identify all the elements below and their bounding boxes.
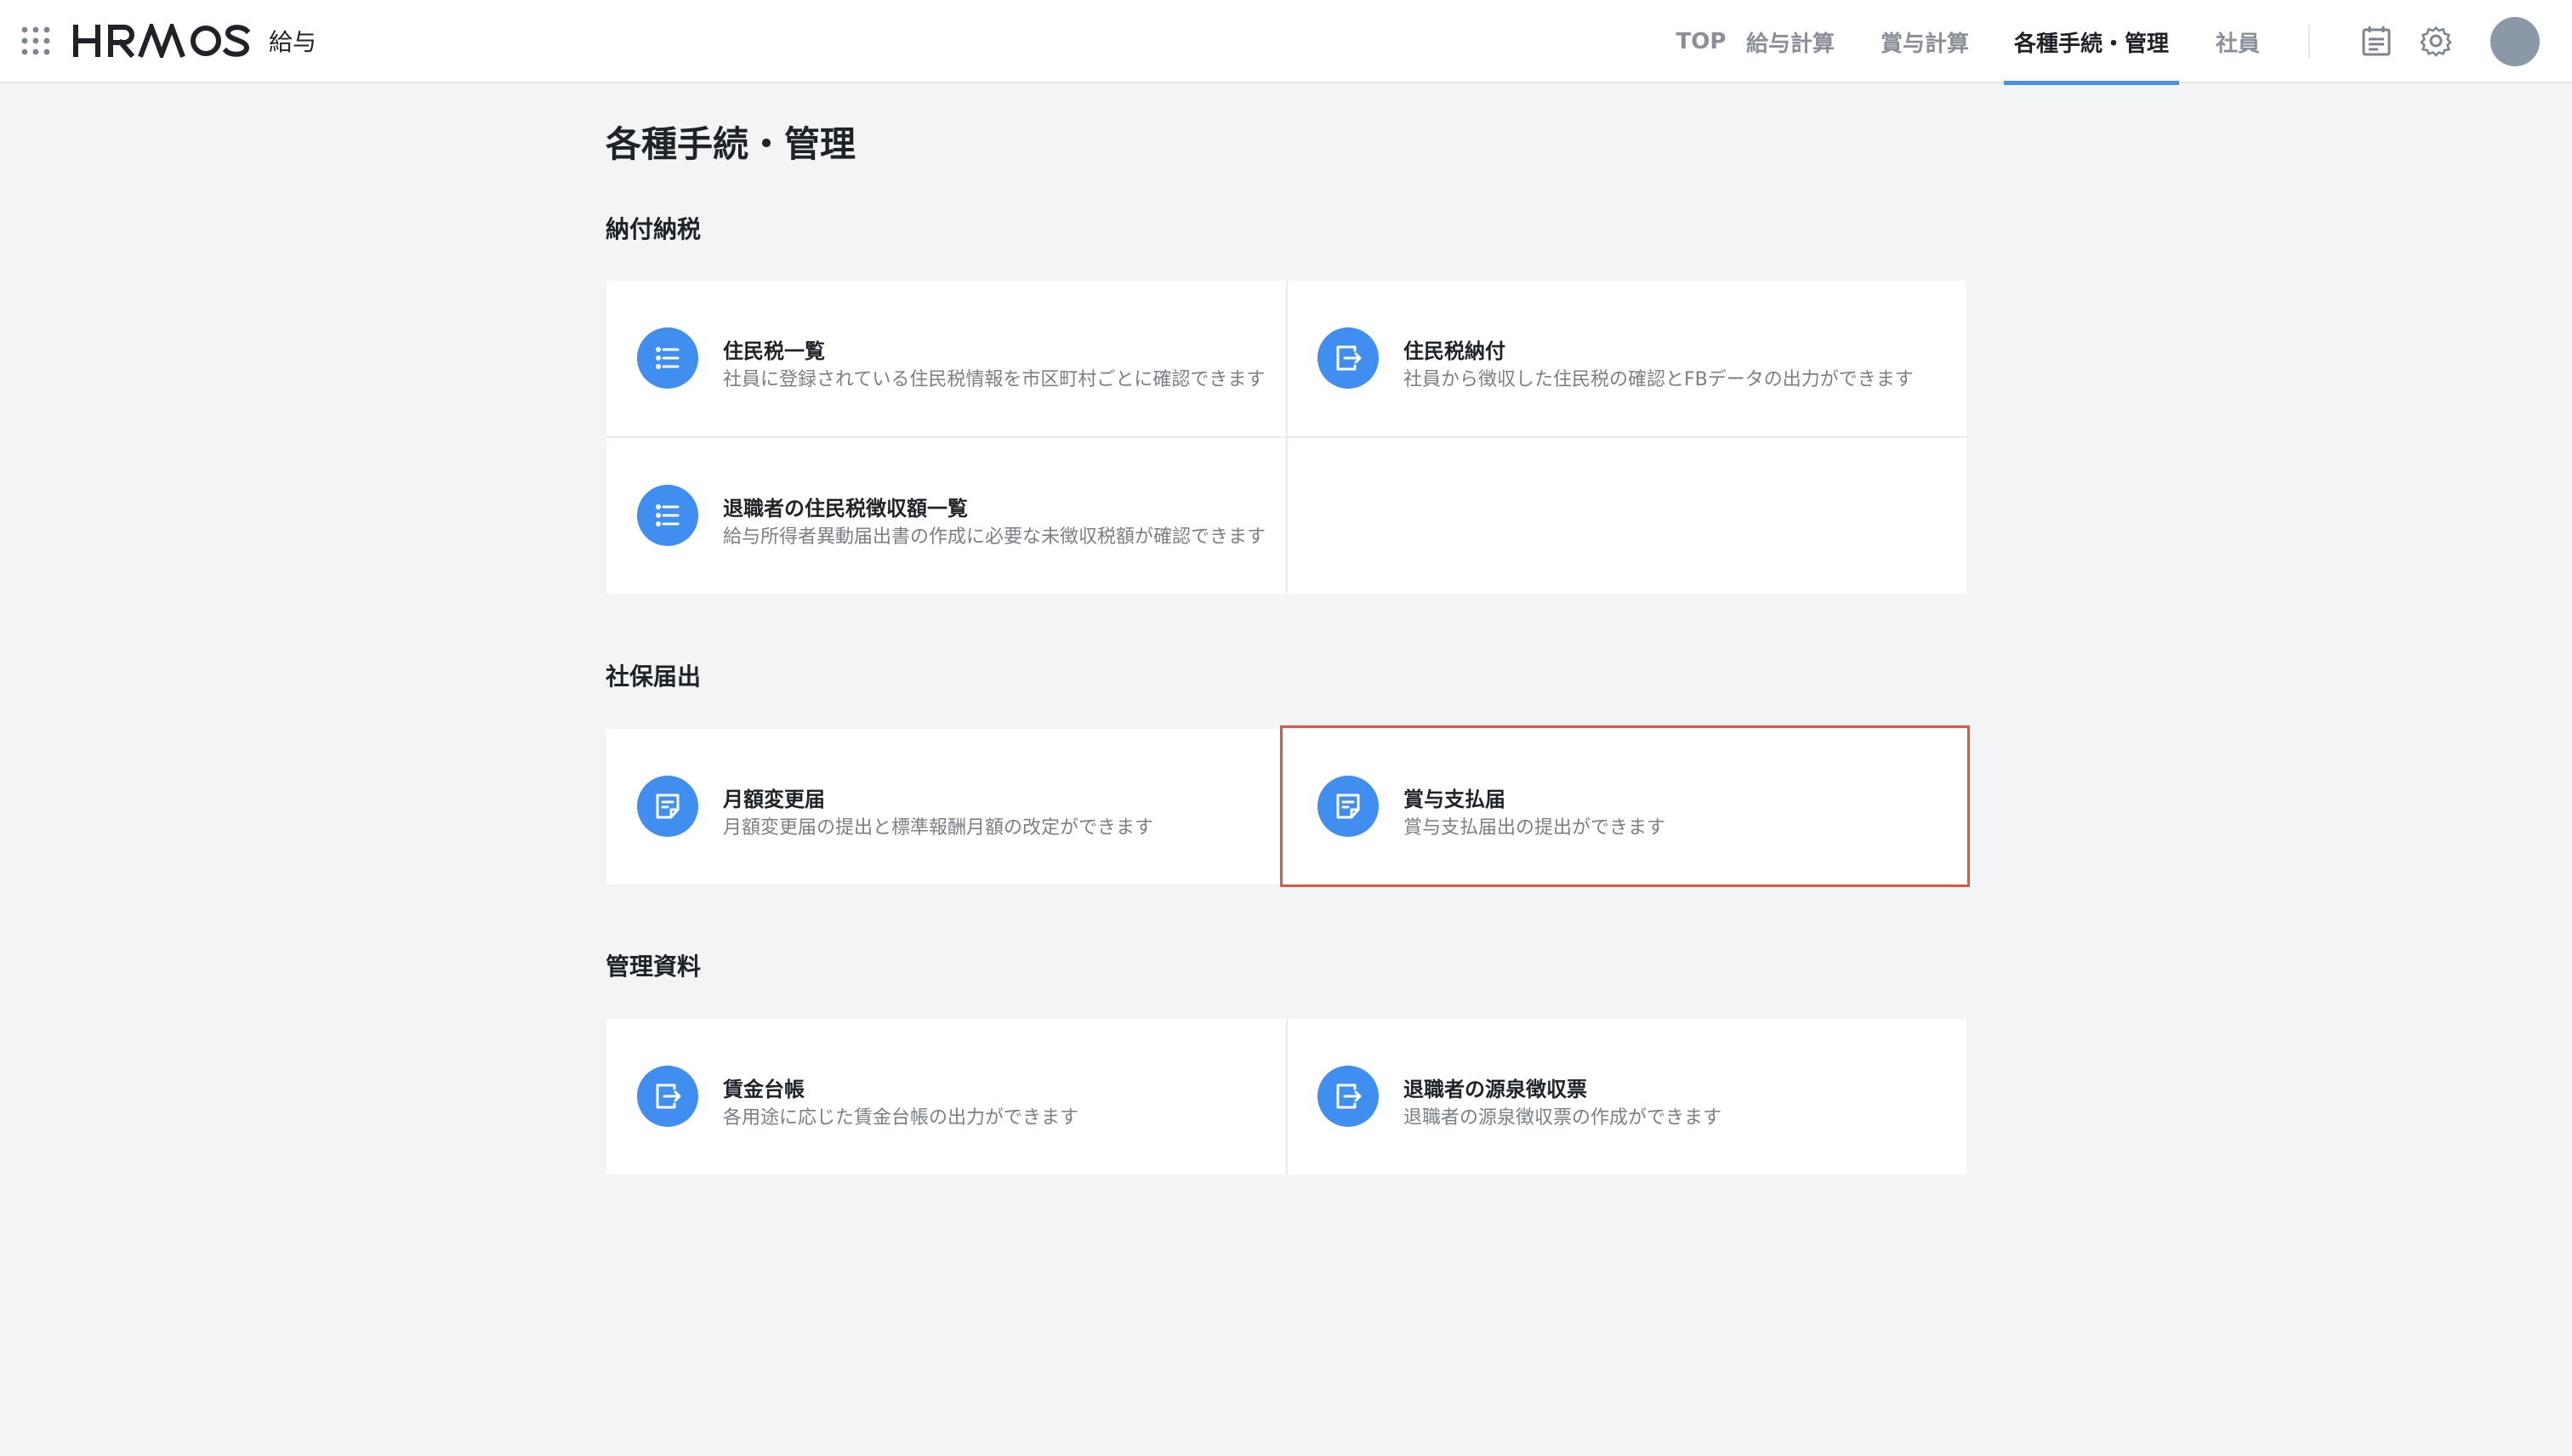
section-title-tax-payment: 納付納税 <box>606 215 702 243</box>
section-title-social-insurance: 社保届出 <box>606 663 702 691</box>
header-divider <box>2308 26 2310 58</box>
card-title: 月額変更届 <box>723 788 825 811</box>
card-title: 住民税一覧 <box>723 339 825 363</box>
card-title: 退職者の住民税徴収額一覧 <box>723 497 968 520</box>
card-description: 賞与支払届出の提出ができます <box>1403 817 1666 839</box>
card-description: 退職者の源泉徴収票の作成ができます <box>1403 1107 1722 1129</box>
document-icon <box>1317 776 1379 837</box>
top-header: 給与 TOP 給与計算 賞与計算 各種手続・管理 社員 <box>0 0 2572 85</box>
gear-icon[interactable] <box>2417 22 2455 60</box>
nav-tab-bonus[interactable]: 賞与計算 <box>1878 0 1972 83</box>
card-description: 社員から徴収した住民税の確認とFBデータの出力ができます <box>1403 369 1914 390</box>
card-retiree-resident-tax-list[interactable]: 退職者の住民税徴収額一覧 給与所得者異動届出書の作成に必要な未徴収税額が確認でき… <box>606 438 1286 594</box>
card-description: 社員に登録されている住民税情報を市区町村ごとに確認できます <box>723 369 1266 390</box>
card-title: 住民税納付 <box>1403 339 1505 363</box>
nav-tab-procedures[interactable]: 各種手続・管理 <box>2004 0 2179 85</box>
card-description: 各用途に応じた賃金台帳の出力ができます <box>723 1107 1079 1129</box>
export-icon <box>1317 1066 1379 1127</box>
document-icon <box>637 776 698 837</box>
nav-tab-payroll[interactable]: 給与計算 <box>1744 0 1837 83</box>
card-wage-ledger[interactable]: 賃金台帳 各用途に応じた賃金台帳の出力ができます <box>606 1019 1286 1174</box>
list-icon <box>637 485 698 546</box>
nav-tab-top[interactable]: TOP <box>1652 0 1750 83</box>
social-insurance-cards: 月額変更届 月額変更届の提出と標準報酬月額の改定ができます 賞与支払届 賞与支払… <box>606 729 1966 884</box>
card-title: 賃金台帳 <box>723 1078 805 1101</box>
page-title: 各種手続・管理 <box>606 123 856 165</box>
app-logo[interactable]: 給与 <box>71 20 316 61</box>
list-icon <box>637 327 698 389</box>
export-icon <box>1317 327 1379 389</box>
card-resident-tax-list[interactable]: 住民税一覧 社員に登録されている住民税情報を市区町村ごとに確認できます <box>606 281 1286 436</box>
card-divider <box>1286 1019 1288 1174</box>
card-description: 給与所得者異動届出書の作成に必要な未徴収税額が確認できます <box>723 526 1266 548</box>
card-resident-tax-payment[interactable]: 住民税納付 社員から徴収した住民税の確認とFBデータの出力ができます <box>1287 281 1966 436</box>
calendar-icon[interactable] <box>2358 22 2395 60</box>
card-bonus-payment-report[interactable]: 賞与支払届 賞与支払届出の提出ができます <box>1287 729 1966 884</box>
export-icon <box>637 1066 698 1127</box>
section-title-management-docs: 管理資料 <box>606 953 702 981</box>
card-retiree-withholding-slip[interactable]: 退職者の源泉徴収票 退職者の源泉徴収票の作成ができます <box>1287 1019 1966 1174</box>
apps-grid-icon[interactable] <box>20 26 51 56</box>
card-monthly-change-report[interactable]: 月額変更届 月額変更届の提出と標準報酬月額の改定ができます <box>606 729 1286 884</box>
product-name: 給与 <box>269 28 317 56</box>
card-title: 退職者の源泉徴収票 <box>1403 1078 1587 1101</box>
hrmos-logo <box>73 24 251 58</box>
card-description: 月額変更届の提出と標準報酬月額の改定ができます <box>723 817 1154 839</box>
card-title: 賞与支払届 <box>1403 788 1505 811</box>
management-docs-cards: 賃金台帳 各用途に応じた賃金台帳の出力ができます 退職者の源泉徴収票 退職者の源… <box>606 1019 1966 1174</box>
user-avatar[interactable] <box>2490 17 2540 66</box>
nav-tab-employees[interactable]: 社員 <box>2210 0 2266 83</box>
card-divider <box>606 436 1966 438</box>
empty-card-slot <box>1287 438 1966 594</box>
tax-payment-cards: 住民税一覧 社員に登録されている住民税情報を市区町村ごとに確認できます 住民税納… <box>606 281 1966 594</box>
